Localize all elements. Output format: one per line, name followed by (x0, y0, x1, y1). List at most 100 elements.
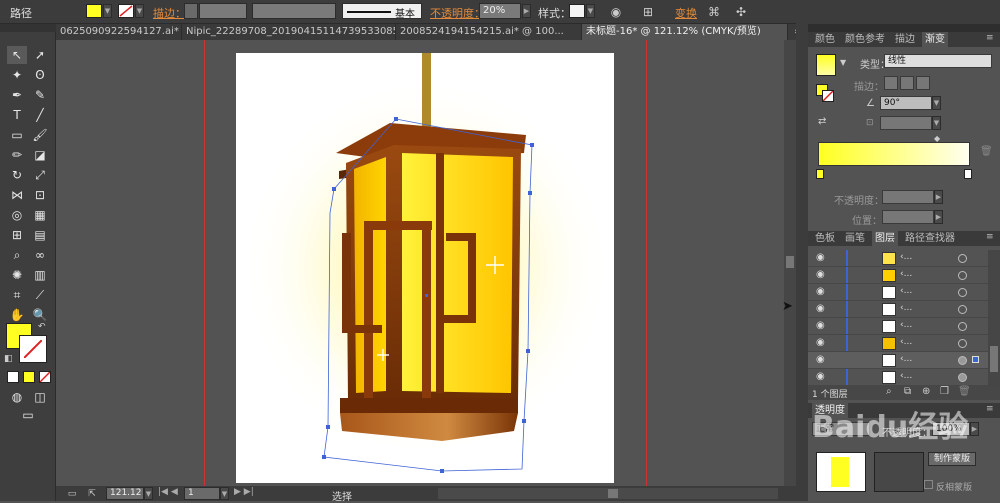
default-colors-icon[interactable]: ◧ (4, 354, 14, 364)
rectangle-tool-icon[interactable]: ▭ (7, 126, 27, 144)
new-sublayer-icon[interactable]: ⊕ (922, 386, 930, 397)
layer-row-selected[interactable]: ◉ ‹... (808, 352, 988, 369)
symbol-sprayer-tool-icon[interactable]: ✺ (7, 266, 27, 284)
stop-opacity-dropdown[interactable]: ▶ (934, 190, 943, 204)
gradient-stop-right[interactable] (964, 169, 972, 179)
slice-tool-icon[interactable]: ⟋ (30, 286, 50, 304)
pencil-tool-icon[interactable]: ✏ (7, 146, 27, 164)
variable-width-profile[interactable] (252, 3, 336, 19)
layers-scrollbar[interactable] (988, 250, 1000, 386)
canvas-area[interactable]: ➤ (56, 40, 796, 486)
eye-icon[interactable]: ◉ (816, 270, 828, 280)
invert-mask-checkbox[interactable] (924, 480, 933, 489)
shape-builder-tool-icon[interactable]: ◎ (7, 206, 27, 224)
opacity-link[interactable]: 不透明度： (430, 5, 485, 21)
delete-stop-icon[interactable]: 🗑 (980, 146, 993, 157)
curvature-tool-icon[interactable]: ✎ (30, 86, 50, 104)
layer-row[interactable]: ◉ ‹... (808, 250, 988, 267)
scroll-thumb[interactable] (990, 346, 998, 372)
stroke-color-box[interactable] (19, 335, 47, 363)
target-icon[interactable] (958, 339, 967, 348)
stroke-link[interactable]: 描边： (153, 5, 186, 21)
rotate-tool-icon[interactable]: ↻ (7, 166, 27, 184)
target-icon[interactable] (958, 254, 967, 263)
mask-thumbnail[interactable] (874, 452, 924, 492)
stop-position-dropdown[interactable]: ▶ (934, 210, 943, 224)
width-tool-icon[interactable]: ⋈ (7, 186, 27, 204)
target-icon[interactable] (958, 322, 967, 331)
draw-inside-icon[interactable]: ◫ (30, 388, 50, 406)
recolor-artwork-icon[interactable]: ◉ (608, 4, 624, 20)
transparency-thumbnail[interactable] (816, 452, 866, 492)
reverse-gradient-icon[interactable]: ⇄ (818, 116, 826, 127)
layer-row[interactable]: ◉ ‹... (808, 335, 988, 352)
panel-menu-icon[interactable]: ≡ (986, 33, 994, 43)
panel-menu-icon[interactable]: ≡ (986, 232, 994, 242)
mesh-tool-icon[interactable]: ⊞ (7, 226, 27, 244)
stroke-gradient-btn[interactable] (916, 76, 930, 90)
gradient-stop-left[interactable] (816, 169, 824, 179)
scroll-thumb[interactable] (608, 489, 618, 498)
page-dropdown[interactable]: ▼ (220, 487, 229, 500)
layer-row[interactable]: ◉ ‹... (808, 284, 988, 301)
swap-fill-stroke-icon[interactable]: ↶ (38, 322, 48, 332)
stroke-weight-stepper[interactable] (184, 3, 198, 19)
page-field[interactable]: 1 (184, 487, 220, 500)
lantern-artwork[interactable] (236, 53, 614, 483)
delete-layer-icon[interactable]: 🗑 (958, 386, 971, 397)
hand-tool-icon[interactable]: ✋ (7, 306, 27, 324)
selection-tool-icon[interactable]: ↖ (7, 46, 27, 64)
drawing-mode-icon[interactable]: ◍ (7, 388, 27, 406)
scroll-thumb[interactable] (786, 256, 794, 268)
paintbrush-tool-icon[interactable]: 🖌 (30, 126, 50, 144)
control-menu-icon[interactable]: ✣ (733, 4, 749, 20)
artboard-first-icon[interactable]: |◀ ◀ (158, 487, 178, 497)
artboard-tool-icon[interactable]: ⌗ (7, 286, 27, 304)
type-tool-icon[interactable]: T (7, 106, 27, 124)
opacity-dropdown[interactable]: ▶ (522, 4, 531, 18)
selection-indicator[interactable] (972, 356, 979, 363)
tab-brushes[interactable]: 画笔 (842, 231, 868, 246)
none-mode-button[interactable] (39, 371, 51, 383)
blend-tool-icon[interactable]: ∞ (30, 246, 50, 264)
color-mode-button[interactable] (7, 371, 19, 383)
eye-icon[interactable]: ◉ (816, 338, 828, 348)
eye-icon[interactable]: ◉ (816, 304, 828, 314)
panel-dock-header[interactable] (808, 24, 1000, 32)
brush-definition[interactable]: 基本 (342, 3, 422, 20)
eyedropper-tool-icon[interactable]: ⌕ (7, 246, 27, 264)
tab-pathfinder[interactable]: 路径查找器 (902, 231, 958, 246)
tab-layers[interactable]: 图层 (872, 231, 898, 246)
isolate-icon[interactable]: ⌘ (706, 4, 722, 20)
artboard-nav-icon[interactable]: ▭ (64, 486, 80, 501)
aspect-dropdown[interactable]: ▼ (932, 116, 941, 130)
gradient-preview-swatch[interactable] (816, 54, 836, 76)
tab-color[interactable]: 颜色 (812, 32, 838, 47)
layer-row[interactable]: ◉ ‹... (808, 301, 988, 318)
lasso-tool-icon[interactable]: ʘ (30, 66, 50, 84)
gradient-type-select[interactable]: 线性 (884, 54, 992, 68)
target-icon[interactable] (958, 305, 967, 314)
clipping-mask-icon[interactable]: ⧉ (904, 386, 911, 397)
line-tool-icon[interactable]: ╱ (30, 106, 50, 124)
layer-row[interactable]: ◉ ‹... (808, 267, 988, 284)
zoom-field[interactable]: 121.12 (106, 487, 144, 500)
eye-icon[interactable]: ◉ (816, 287, 828, 297)
stroke-weight-field[interactable] (199, 3, 247, 19)
screen-mode-icon[interactable]: ▭ (18, 406, 38, 424)
gradient-tool-icon[interactable]: ▤ (30, 226, 50, 244)
style-dropdown[interactable]: ▼ (586, 4, 595, 18)
tab-color-guide[interactable]: 颜色参考 (842, 32, 888, 47)
opacity-field[interactable]: 20% (479, 3, 521, 19)
eye-icon[interactable]: ◉ (816, 355, 828, 365)
target-icon[interactable] (958, 288, 967, 297)
target-icon[interactable] (958, 356, 967, 365)
pen-tool-icon[interactable]: ✒ (7, 86, 27, 104)
gradient-slider[interactable] (818, 142, 970, 166)
gradient-mode-button[interactable] (23, 371, 35, 383)
tab-swatches[interactable]: 色板 (812, 231, 838, 246)
transparency-opacity-dropdown[interactable]: ▶ (970, 422, 979, 436)
artboard-next-icon[interactable]: ▶ ▶| (234, 487, 254, 497)
target-icon[interactable] (958, 271, 967, 280)
fill-dropdown[interactable]: ▼ (103, 4, 112, 18)
